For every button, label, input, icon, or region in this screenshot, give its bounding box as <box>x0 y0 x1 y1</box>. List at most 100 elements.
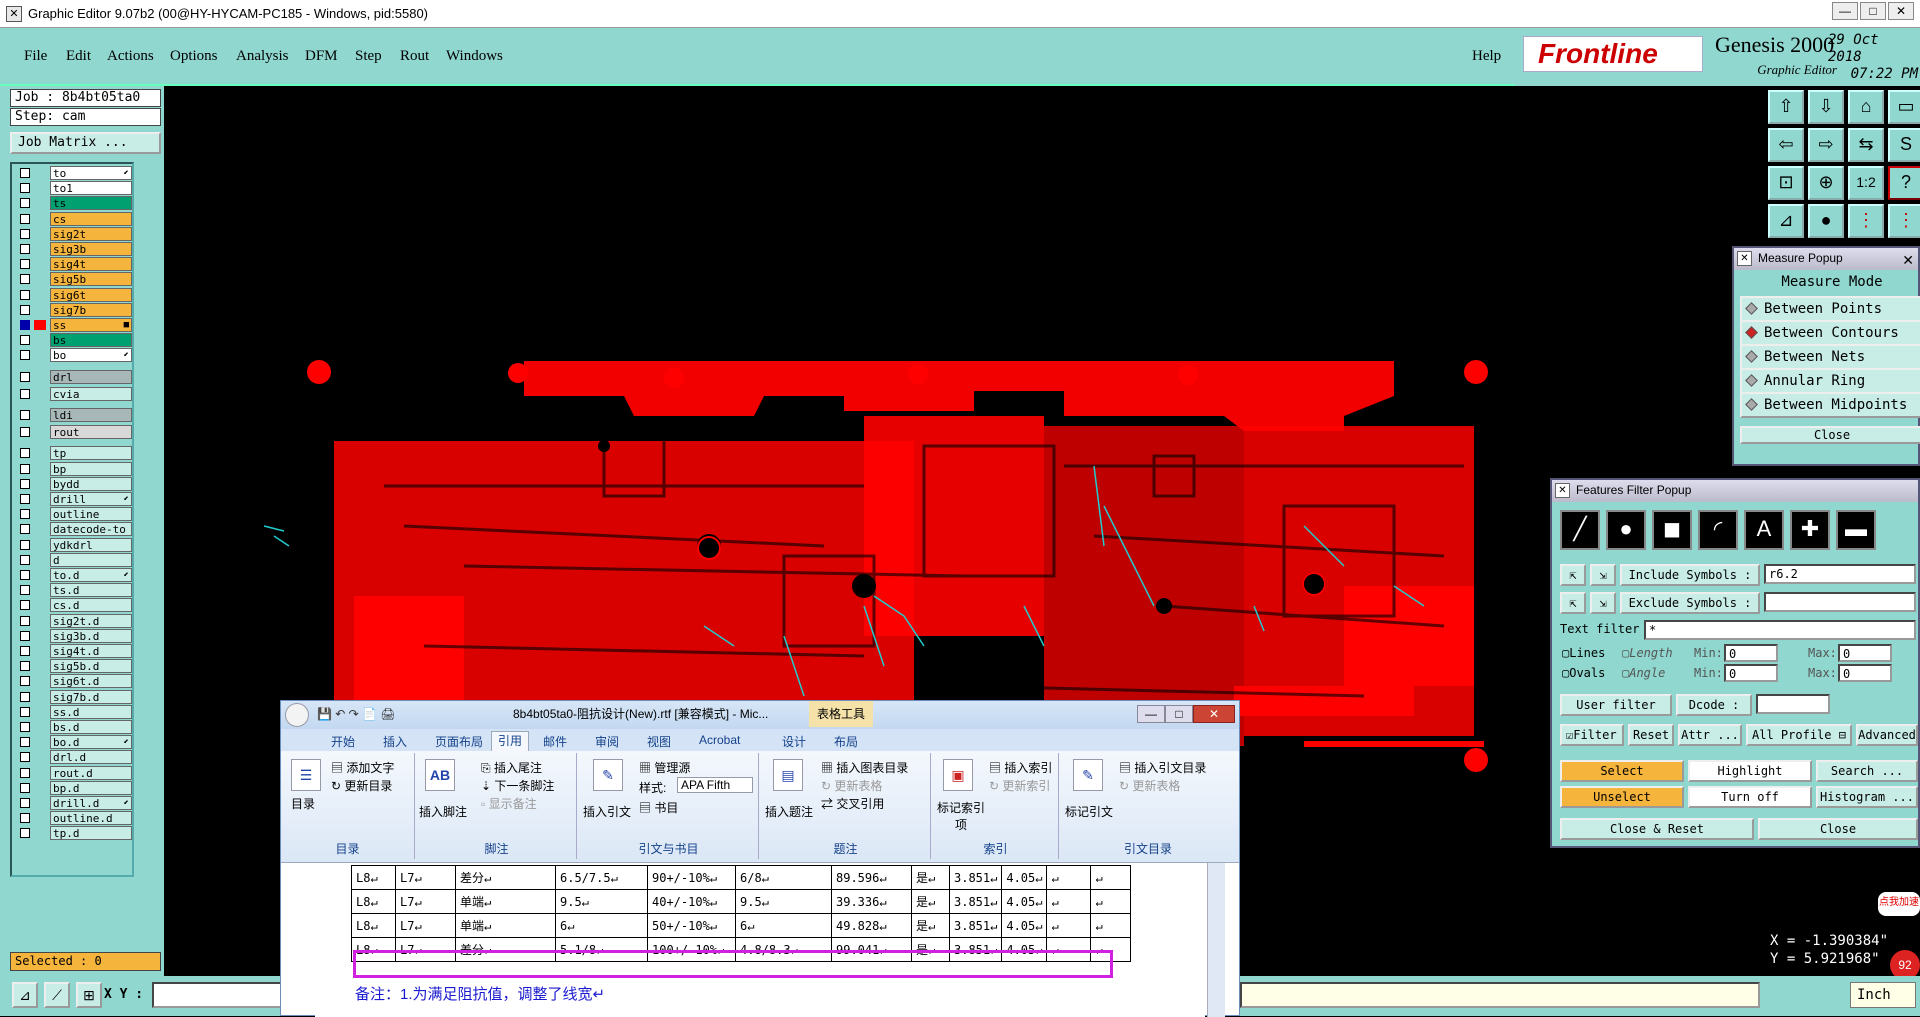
layer-row[interactable]: outline.d <box>16 811 132 826</box>
layer-checkbox[interactable] <box>20 183 30 194</box>
toc-icon[interactable]: ☰ <box>291 759 321 791</box>
table-cell[interactable]: 9.5↵ <box>555 889 648 914</box>
dcode-input[interactable] <box>1756 694 1830 714</box>
layer-checkbox[interactable] <box>20 448 30 459</box>
bibliography-button[interactable]: ▤ 书目 <box>639 799 678 816</box>
layer-row[interactable]: drill ⬋ <box>16 492 132 506</box>
measure-option[interactable]: Between Nets <box>1740 344 1920 370</box>
layer-row[interactable]: sig7b <box>16 302 132 317</box>
zoom-1to2-icon[interactable]: 1:2 <box>1848 166 1884 200</box>
close-reset-button[interactable]: Close & Reset <box>1560 818 1754 840</box>
layer-row[interactable]: ydkdrl <box>16 537 132 552</box>
panel-icon[interactable]: ▭ <box>1888 90 1920 124</box>
layer-name[interactable]: outline.d <box>50 811 132 826</box>
update-toc-button[interactable]: ↻ 更新目录 <box>331 777 392 794</box>
table-cell[interactable]: 3.851↵ <box>948 913 1003 938</box>
profile-dropdown[interactable]: All Profile ⊟ <box>1746 724 1852 746</box>
table-cell[interactable]: ↵ <box>1090 913 1132 938</box>
layer-row[interactable]: bp <box>16 461 132 476</box>
layer-checkbox[interactable] <box>20 388 30 399</box>
exclude-icon[interactable]: ⇱ <box>1560 592 1586 614</box>
layer-checkbox[interactable] <box>20 798 30 808</box>
table-cell[interactable]: 9.5↵ <box>735 889 832 914</box>
layer-checkbox[interactable] <box>20 478 30 489</box>
menu-edit[interactable]: Edit <box>66 48 91 65</box>
table-cell[interactable]: 是↵ <box>911 913 950 938</box>
layer-name[interactable]: sig2t.d <box>50 613 132 628</box>
layer-row[interactable]: bp.d <box>16 780 132 795</box>
search-button[interactable]: Search ... <box>1816 760 1918 782</box>
table-cell[interactable]: L7↵ <box>395 889 456 914</box>
document-area[interactable]: L8↵ L7↵ 差分↵ 6.5/7.5↵ 90+/-10%↵ 6/8↵ 89.596↵ 是↵ 3… <box>315 863 1205 1017</box>
insert-endnote-button[interactable]: ⎘ 插入尾注 <box>481 759 542 776</box>
exclude-symbols-button[interactable]: Exclude Symbols : <box>1620 592 1760 614</box>
layer-name[interactable]: outline <box>50 507 132 522</box>
filter-toggle[interactable]: ☑Filter <box>1560 724 1624 746</box>
layer-row[interactable]: bs.d <box>16 720 132 734</box>
measure-tool-icon[interactable]: ⊿ <box>1768 204 1804 238</box>
layer-checkbox[interactable] <box>20 676 30 687</box>
layer-row[interactable]: bo ⬋ <box>16 348 132 363</box>
layer-name[interactable]: bydd <box>50 476 132 491</box>
layer-checkbox[interactable] <box>20 524 30 535</box>
layer-checkbox[interactable] <box>20 259 30 270</box>
layer-checkbox[interactable] <box>20 244 30 254</box>
quick-access-toolbar[interactable]: 💾 ↶ ↷ 📄 🖨 <box>317 701 396 727</box>
measure-close-button[interactable]: Close <box>1740 426 1920 444</box>
table-cell[interactable]: ↵ <box>1090 865 1132 890</box>
negative-polarity-icon[interactable]: ▬ <box>1836 510 1876 550</box>
arc-tool-icon[interactable]: ◜ <box>1698 510 1738 550</box>
ribbon-tab[interactable]: 开始 <box>331 733 355 750</box>
ribbon-tab[interactable]: 邮件 <box>543 733 567 750</box>
net-icon[interactable]: ⋮ <box>1848 204 1884 238</box>
layer-checkbox[interactable] <box>20 509 30 520</box>
layer-name[interactable]: sig3b <box>50 242 132 256</box>
measure-option[interactable]: Between Contours <box>1740 320 1920 346</box>
insert-footnote-button[interactable]: 插入脚注 <box>419 803 467 820</box>
layer-name[interactable]: sig4t.d <box>50 644 132 658</box>
ribbon-tab[interactable]: 引用 <box>491 731 530 751</box>
zoom-center-icon[interactable]: ⊕ <box>1808 166 1844 200</box>
table-cell[interactable]: 39.336↵ <box>831 889 912 914</box>
probe-icon[interactable]: ● <box>1808 204 1844 238</box>
insert-citation-button[interactable]: 插入引文 <box>583 803 631 820</box>
layer-name[interactable]: drl.d <box>50 750 132 765</box>
layer-row[interactable]: to ⬋ <box>16 166 132 180</box>
select-button[interactable]: Select <box>1560 760 1684 782</box>
pan-right-icon[interactable]: ⇨ <box>1808 128 1844 162</box>
layer-row[interactable]: rout <box>16 425 132 440</box>
table-cell[interactable]: 是↵ <box>911 889 950 914</box>
caption-icon[interactable]: ▤ <box>773 759 803 791</box>
layer-name[interactable]: sig3b.d <box>50 628 132 643</box>
layer-name[interactable]: d <box>50 552 132 567</box>
ribbon-tab[interactable]: 布局 <box>834 733 858 750</box>
measure-popup-close-icon[interactable]: ✕ <box>1902 250 1914 270</box>
angle-checkbox[interactable]: ▢Angle <box>1622 666 1665 680</box>
layer-name[interactable]: cs <box>50 211 132 226</box>
measure-option[interactable]: Between Points <box>1740 296 1920 322</box>
table-cell[interactable]: 6/8↵ <box>735 865 832 890</box>
home-icon[interactable]: ⌂ <box>1848 90 1884 124</box>
table-cell[interactable]: 6↵ <box>555 913 648 938</box>
layer-checkbox[interactable] <box>20 335 30 346</box>
table-cell[interactable]: 40+/-10%↵ <box>647 889 736 914</box>
office-button[interactable] <box>285 703 309 727</box>
table-cell[interactable]: 4.05↵ <box>1001 889 1048 914</box>
length-checkbox[interactable]: ▢Length <box>1622 646 1673 660</box>
layer-checkbox[interactable] <box>20 646 30 656</box>
layer-name[interactable]: drill ⬋ <box>50 492 132 506</box>
layer-name[interactable]: to1 <box>50 181 132 196</box>
layer-name[interactable]: bo ⬋ <box>50 348 132 363</box>
layer-checkbox[interactable] <box>20 198 30 209</box>
layer-checkbox[interactable] <box>20 615 30 626</box>
layer-row[interactable]: sig5b.d <box>16 659 132 674</box>
update-index-button[interactable]: ↻ 更新索引 <box>989 777 1050 794</box>
word-maximize-button[interactable]: □ <box>1165 705 1193 723</box>
layer-checkbox[interactable] <box>20 737 30 748</box>
table-cell[interactable]: L7↵ <box>395 913 456 938</box>
layer-row[interactable]: drl <box>16 369 132 384</box>
layer-name[interactable]: rout.d <box>50 765 132 780</box>
table-cell[interactable]: L8↵ <box>351 913 396 938</box>
layer-row[interactable]: sig2t.d <box>16 613 132 628</box>
menu-analysis[interactable]: Analysis <box>236 48 289 65</box>
